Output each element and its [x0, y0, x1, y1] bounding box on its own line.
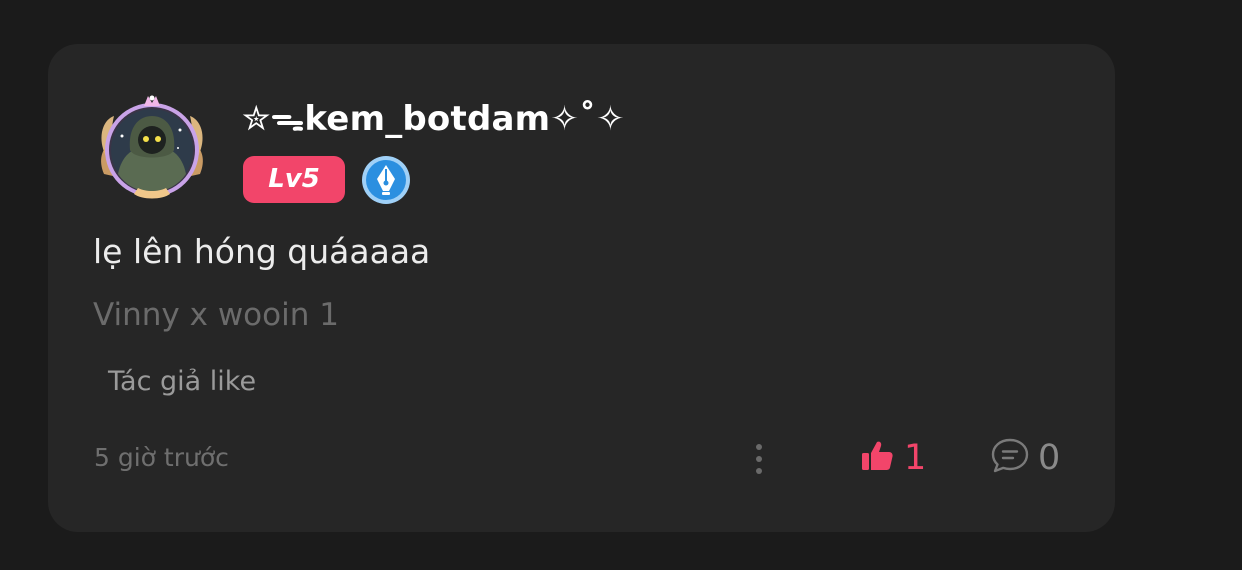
level-badge: Lv5	[243, 156, 345, 203]
avatar[interactable]	[94, 90, 210, 206]
comment-bubble-icon	[990, 437, 1030, 479]
author-like-label: Tác giả like	[108, 366, 257, 397]
comment-card: ✮ᯓkem_botdam✧˚✧ Lv5 lẹ lên hóng quáaaaa …	[48, 44, 1115, 532]
vertical-dots-icon	[756, 444, 762, 450]
reply-button[interactable]: 0	[990, 436, 1060, 480]
source-title[interactable]: Vinny x wooin 1	[93, 294, 339, 336]
more-options-button[interactable]	[748, 438, 770, 480]
like-count: 1	[904, 438, 927, 478]
comment-text: lẹ lên hóng quáaaaa	[93, 232, 431, 271]
comment-count: 0	[1038, 438, 1061, 478]
thumbs-up-icon	[860, 439, 894, 477]
timestamp: 5 giờ trước	[94, 443, 229, 472]
like-button[interactable]: 1	[860, 436, 926, 480]
username[interactable]: ✮ᯓkem_botdam✧˚✧	[242, 96, 625, 142]
pen-nib-icon	[361, 155, 411, 205]
